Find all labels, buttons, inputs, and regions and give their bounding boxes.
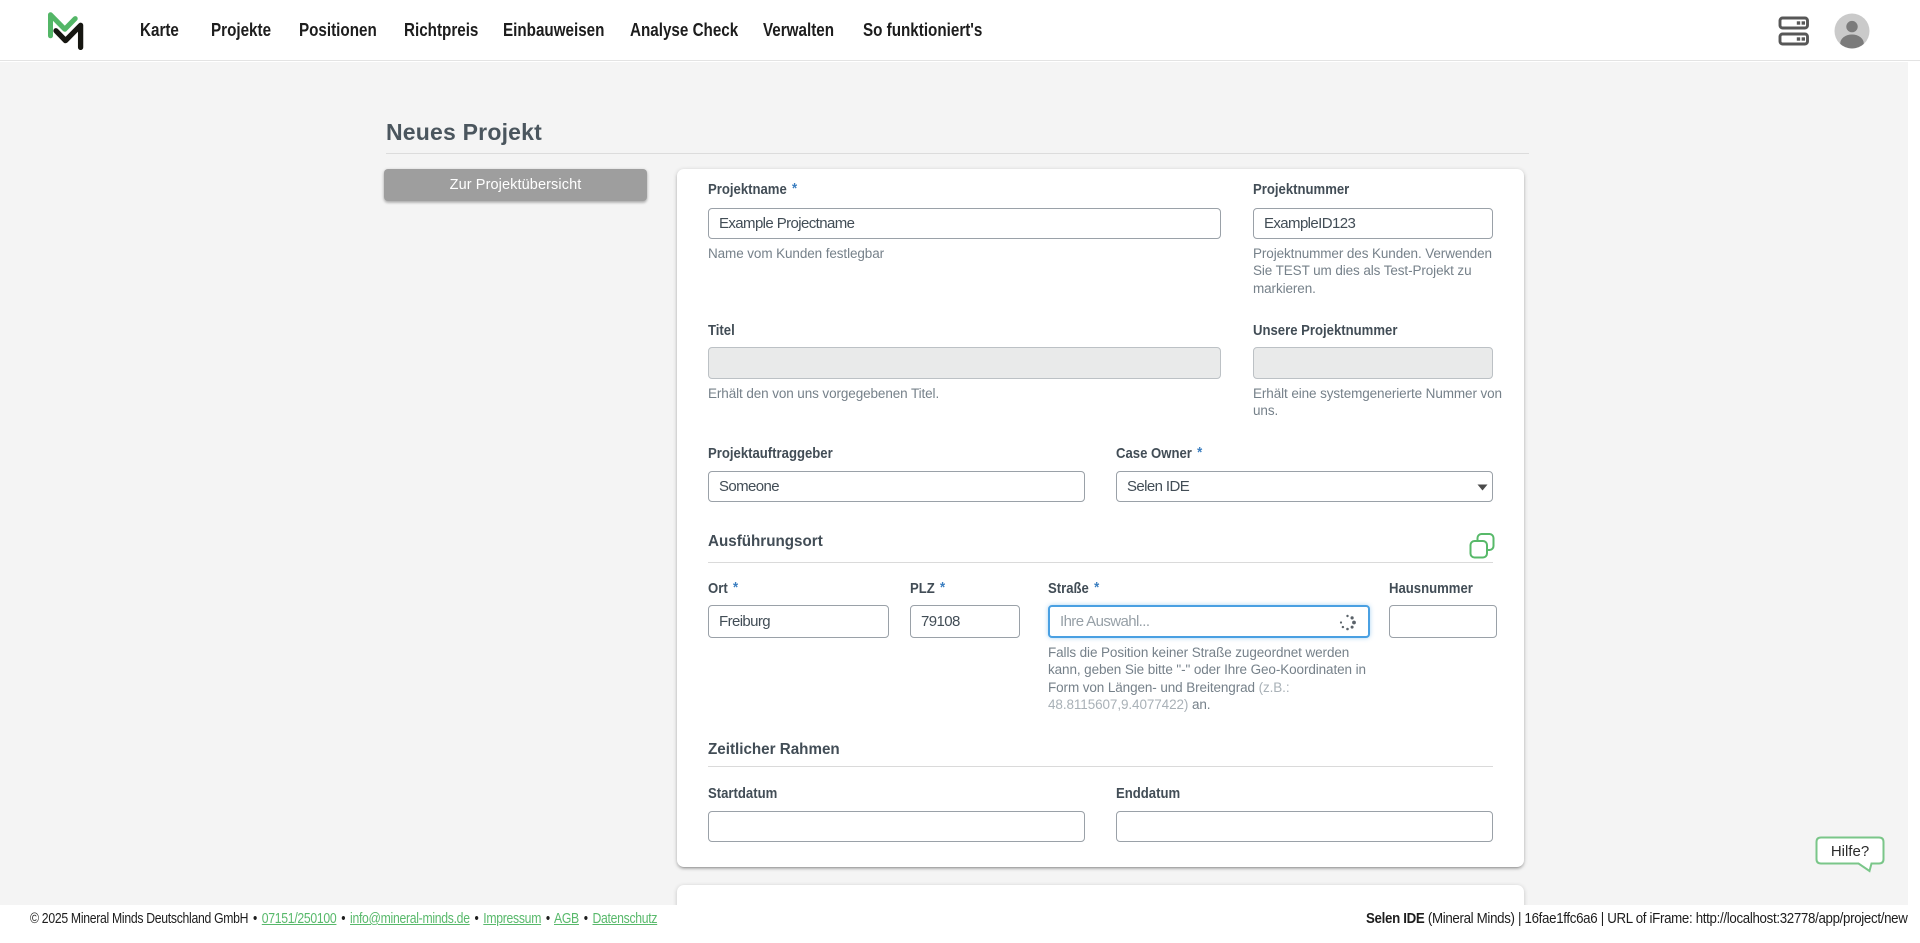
svg-text:Hilfe?: Hilfe?: [1831, 843, 1869, 860]
